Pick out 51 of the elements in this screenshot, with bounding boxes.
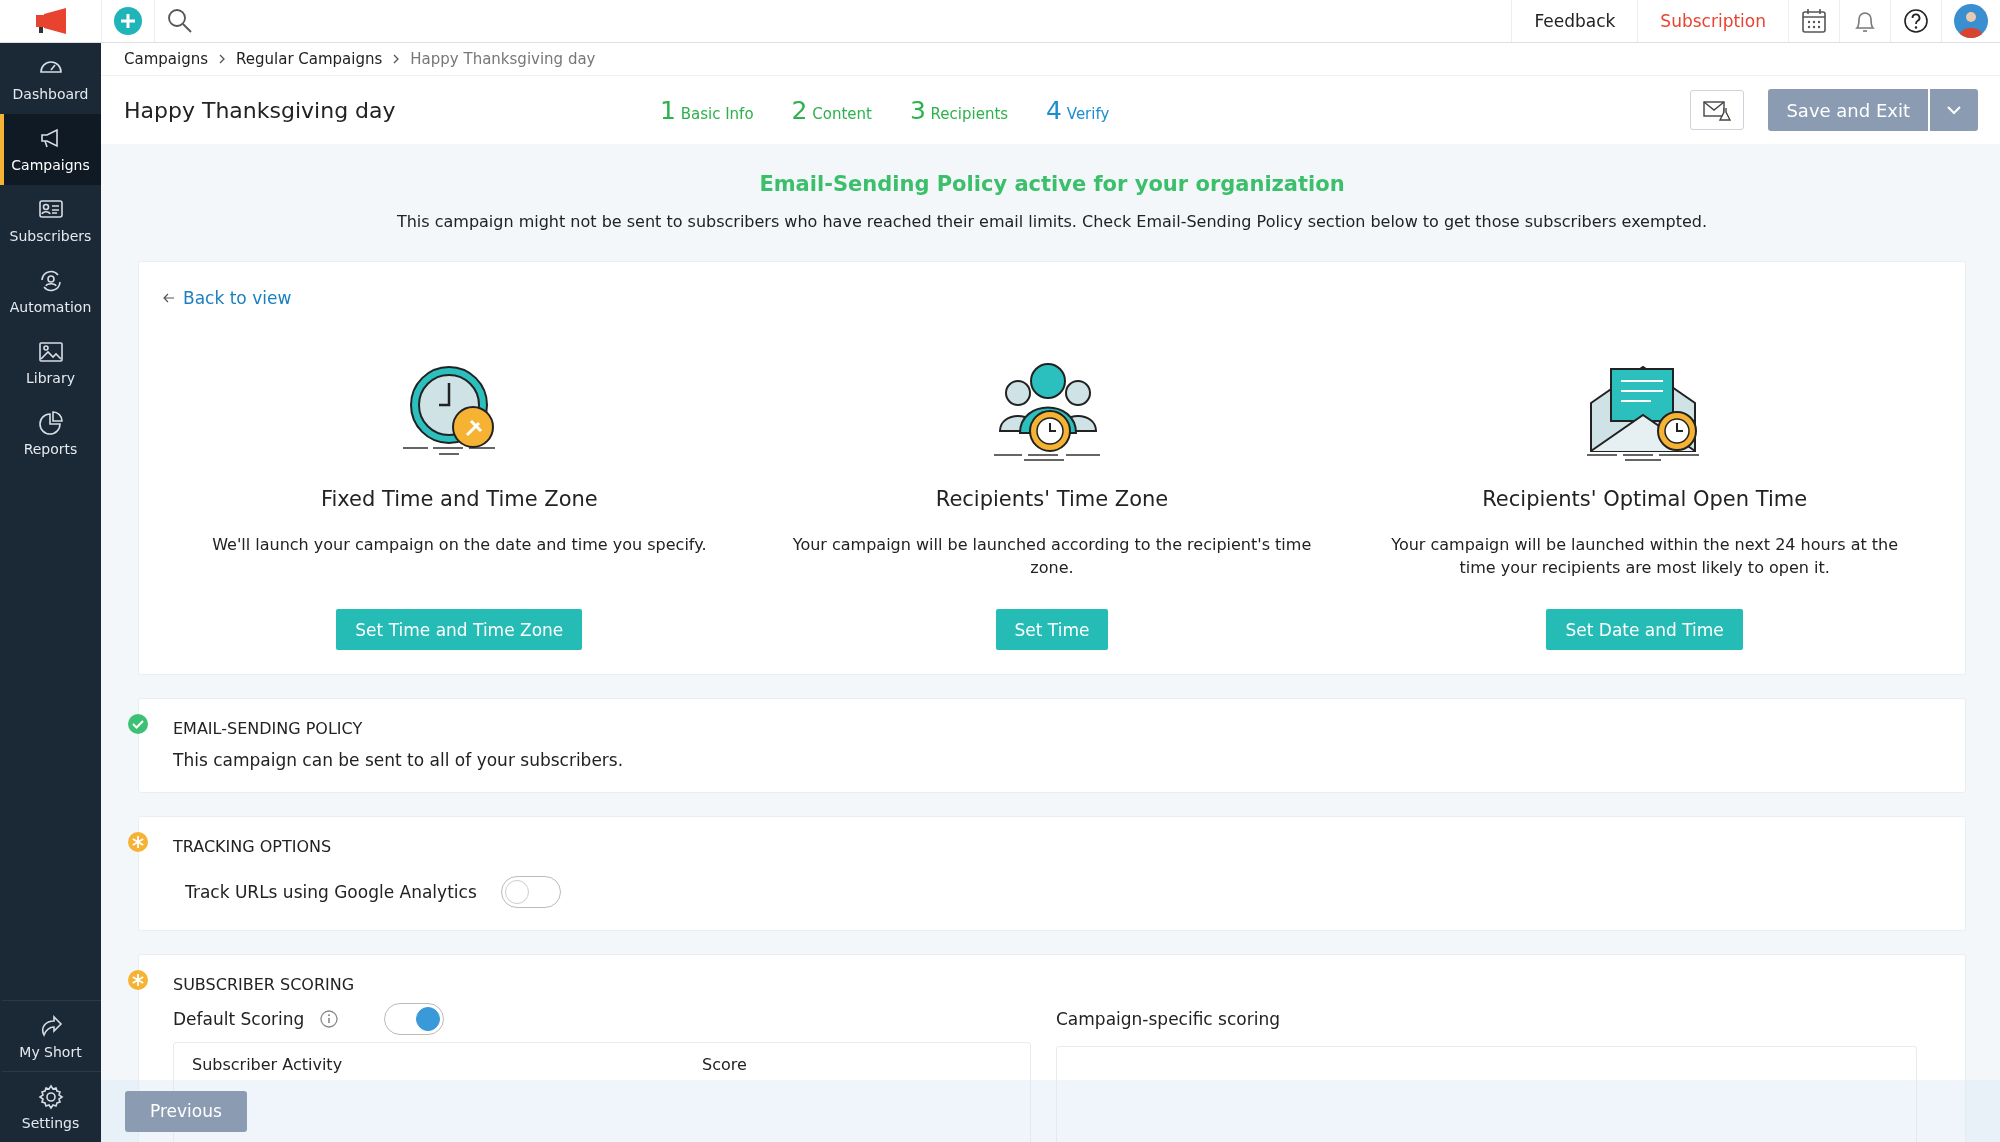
notice-heading: Email-Sending Policy active for your organization bbox=[758, 172, 1346, 196]
image-icon bbox=[37, 339, 64, 365]
column-header: Score bbox=[702, 1055, 748, 1074]
option-description: Your campaign will be launched within the next 24 hours at the time your recipients are most likely to open it. bbox=[1390, 534, 1900, 579]
option-title: Recipients' Optimal Open Time bbox=[1482, 487, 1808, 511]
section-heading: SUBSCRIBER SCORING bbox=[173, 975, 356, 994]
chevron-right-icon bbox=[218, 54, 226, 64]
sidebar-item[interactable]: Campaigns bbox=[0, 114, 101, 185]
section-heading: TRACKING OPTIONS bbox=[173, 837, 333, 856]
help-icon bbox=[1903, 8, 1929, 34]
arrow-left-icon bbox=[163, 293, 175, 303]
test-email-button[interactable] bbox=[1690, 90, 1745, 130]
toggle-switch[interactable] bbox=[384, 1003, 445, 1035]
subscription-link[interactable]: Subscription bbox=[1637, 0, 1788, 42]
option-description: Your campaign will be launched according to the recipient's time zone. bbox=[791, 534, 1313, 579]
logo-icon bbox=[33, 8, 68, 34]
notice-text: This campaign might not be sent to subscribers who have reached their email limits. Check Email-Sending Policy section below to get those subscribers exempted. bbox=[395, 212, 1709, 231]
sidebar-item[interactable]: Subscribers bbox=[0, 185, 101, 256]
section-label: Campaign-specific scoring bbox=[1056, 1009, 1280, 1029]
calendar-icon bbox=[1801, 8, 1827, 34]
breadcrumb-link[interactable]: Regular Campaigns bbox=[236, 50, 383, 68]
search-icon bbox=[167, 8, 193, 34]
back-link[interactable]: Back to view bbox=[163, 288, 292, 308]
pie-chart-icon bbox=[37, 410, 64, 436]
page-title: Happy Thanksgiving day bbox=[124, 97, 397, 123]
sidebar-item[interactable]: My Short bbox=[0, 1000, 101, 1071]
breadcrumb-current: Happy Thanksgiving day bbox=[410, 50, 596, 68]
chevron-down-icon bbox=[1947, 105, 1961, 115]
info-icon bbox=[320, 1010, 339, 1028]
sidebar-item[interactable]: Reports bbox=[0, 398, 101, 469]
chevron-right-icon bbox=[392, 54, 401, 64]
option-title: Recipients' Time Zone bbox=[935, 487, 1169, 511]
section-heading: EMAIL-SENDING POLICY bbox=[173, 719, 364, 738]
toggle-switch[interactable] bbox=[500, 876, 561, 908]
sidebar-item[interactable]: Automation bbox=[0, 256, 101, 327]
breadcrumb-link[interactable]: Campaigns bbox=[124, 50, 208, 68]
column-header: Subscriber Activity bbox=[192, 1055, 344, 1074]
plus-icon bbox=[114, 7, 142, 35]
option-description: We'll launch your campaign on the date and time you specify. bbox=[211, 534, 708, 556]
sidebar-item[interactable]: Settings bbox=[0, 1071, 101, 1142]
step-link[interactable]: 4 Verify bbox=[1046, 95, 1110, 125]
avatar-icon bbox=[1954, 4, 1988, 38]
option-title: Fixed Time and Time Zone bbox=[320, 487, 598, 511]
sidebar-item[interactable]: Library bbox=[0, 327, 101, 398]
envelope-flask-icon bbox=[1703, 99, 1732, 121]
sidebar-item[interactable]: Dashboard bbox=[0, 43, 101, 114]
feedback-link[interactable]: Feedback bbox=[1511, 0, 1638, 42]
toggle-label: Track URLs using Google Analytics bbox=[185, 882, 477, 902]
gear-icon bbox=[37, 1083, 64, 1110]
section-text: This campaign can be sent to all of your subscribers. bbox=[173, 750, 625, 770]
toggle-label: Default Scoring bbox=[173, 1009, 305, 1029]
